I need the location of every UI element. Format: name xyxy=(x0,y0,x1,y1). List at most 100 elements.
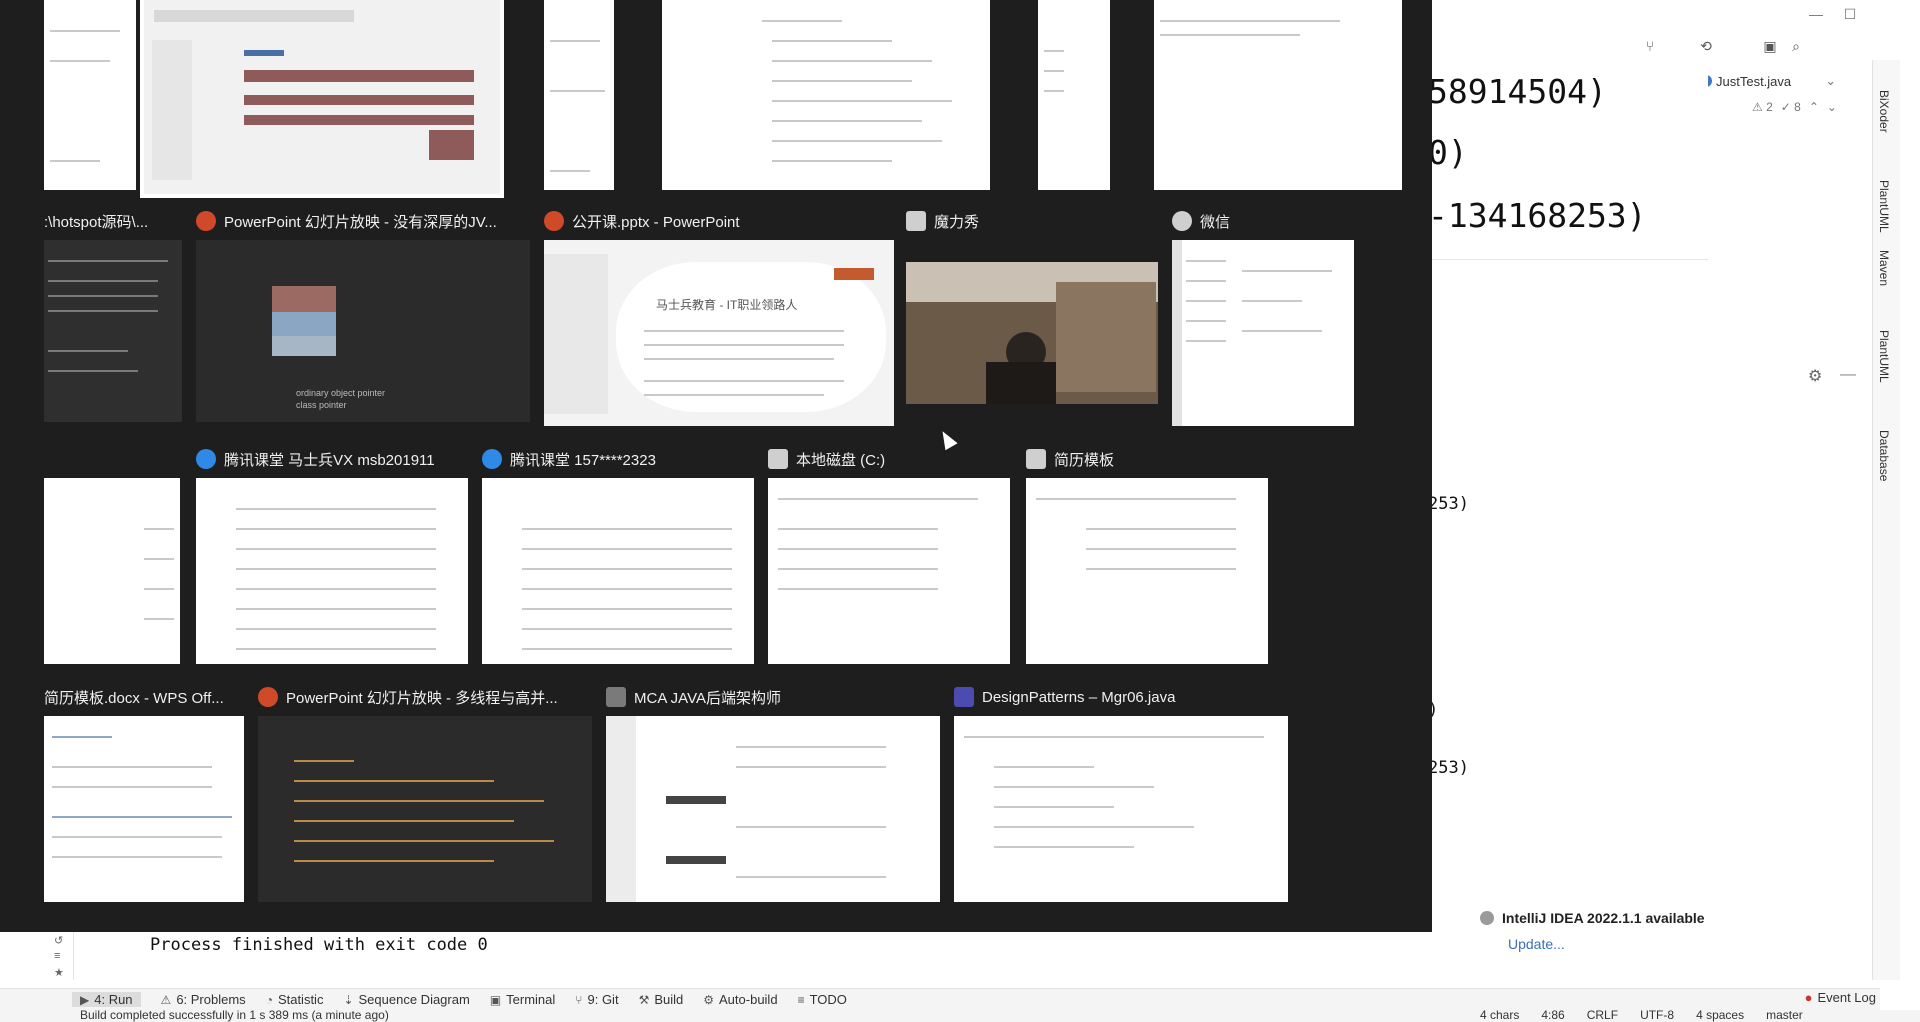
history-icon[interactable]: ⟲ xyxy=(1696,38,1716,56)
webcam-preview xyxy=(906,262,1158,404)
tab-label: 4: Run xyxy=(94,992,133,1007)
tab-auto-build[interactable]: ⚙ Auto-build xyxy=(703,992,777,1007)
folder-icon xyxy=(768,449,788,469)
window-title: 简历模板.docx - WPS Off... xyxy=(44,689,224,707)
update-link[interactable]: Update... xyxy=(1508,936,1860,952)
app-window-icon xyxy=(906,211,926,231)
chevron-down-icon[interactable]: ⌄ xyxy=(1827,100,1837,114)
tool-tab-database[interactable]: Database xyxy=(1877,430,1891,481)
inspection-widget[interactable]: ⚠ 2 ✓ 8 ⌃ ⌄ xyxy=(1752,100,1837,114)
slide-code-line: class pointer xyxy=(296,400,347,410)
gear-icon[interactable]: ⚙ xyxy=(1808,366,1822,386)
indent-setting[interactable]: 4 spaces xyxy=(1696,1010,1744,1022)
window-preview xyxy=(258,716,592,902)
tab-sequence-diagram[interactable]: ⇣ Sequence Diagram xyxy=(343,992,469,1007)
window-icon[interactable]: ▣ xyxy=(1760,38,1780,56)
line-separator[interactable]: CRLF xyxy=(1587,1010,1618,1022)
tool-tab-ant[interactable]: PlantUML xyxy=(1877,180,1891,233)
tab-label: Build xyxy=(654,992,684,1007)
console-gutter: ↺ ≡ ★ xyxy=(44,930,74,980)
tab-label: Terminal xyxy=(506,992,556,1007)
window-title-bar: 简历模板.docx - WPS Off... xyxy=(44,686,224,708)
window-preview xyxy=(44,240,182,422)
window-title-bar: PowerPoint 幻灯片放映 - 没有深厚的JV... xyxy=(196,210,497,232)
rerun-icon[interactable]: ↺ xyxy=(54,934,63,947)
tool-tab-bixoder[interactable]: BiXoder xyxy=(1877,90,1891,133)
event-log-button[interactable]: ● Event Log xyxy=(1805,990,1876,1005)
minimize-icon[interactable]: — xyxy=(1804,6,1828,22)
output-line: 58914504) xyxy=(1428,72,1607,111)
window-preview: ordinary object pointer class pointer xyxy=(196,240,530,422)
tab-run[interactable]: ▶ 4: Run xyxy=(72,992,141,1007)
mindmap-icon xyxy=(606,687,626,707)
caret-position[interactable]: 4:86 xyxy=(1541,1010,1564,1022)
window-preview: 马士兵教育 - IT职业领路人 xyxy=(544,240,894,426)
tab-problems[interactable]: ⚠ 6: Problems xyxy=(161,992,246,1007)
problems-icon: ⚠ xyxy=(160,992,172,1007)
window-title: 简历模板 xyxy=(1054,451,1115,469)
window-title-bar: 腾讯课堂 马士兵VX msb201911 xyxy=(196,448,435,470)
window-preview xyxy=(606,716,940,902)
auto-build-icon: ⚙ xyxy=(703,992,715,1007)
window-title: PowerPoint 幻灯片放映 - 没有深厚的JV... xyxy=(224,213,497,231)
file-encoding[interactable]: UTF-8 xyxy=(1640,1010,1674,1022)
window-title: 魔力秀 xyxy=(934,213,980,231)
window-preview xyxy=(1026,478,1268,664)
notification-title: IntelliJ IDEA 2022.1.1 available xyxy=(1502,910,1705,926)
window-title-bar: PowerPoint 幻灯片放映 - 多线程与高并... xyxy=(258,686,558,708)
tool-tab-plantuml[interactable]: PlantUML xyxy=(1877,330,1891,383)
window-preview xyxy=(662,0,990,190)
tab-build[interactable]: ⚒ Build xyxy=(639,992,684,1007)
task-switcher: :\hotspot源码\... PowerPoint 幻灯片放映 - 没有深厚的… xyxy=(0,0,1432,932)
event-log-icon: ● xyxy=(1804,990,1813,1005)
tool-tab-maven[interactable]: Maven xyxy=(1877,250,1891,286)
window-title: 公开课.pptx - PowerPoint xyxy=(572,213,740,231)
git-icon[interactable]: ⑂ xyxy=(1640,38,1660,56)
output-line: 0) xyxy=(1428,133,1468,172)
git-branch[interactable]: master xyxy=(1766,1010,1803,1022)
window-title-bar: 腾讯课堂 157****2323 xyxy=(482,448,656,470)
run-output-line: 253) xyxy=(1428,758,1469,778)
layout-icon[interactable]: ≡ xyxy=(54,950,60,962)
git-icon: ⑂ xyxy=(575,992,583,1007)
build-icon: ⚒ xyxy=(638,992,650,1007)
window-preview xyxy=(544,0,614,190)
tab-label: 9: Git xyxy=(587,992,619,1007)
warning-count: ⚠ 2 xyxy=(1752,100,1773,114)
tab-todo[interactable]: ≡ TODO xyxy=(798,992,847,1007)
terminal-icon: ▣ xyxy=(489,992,502,1007)
window-title: PowerPoint 幻灯片放映 - 多线程与高并... xyxy=(286,689,558,707)
window-title: 腾讯课堂 马士兵VX msb201911 xyxy=(224,451,435,469)
search-icon[interactable]: ⌕ xyxy=(1786,38,1806,56)
window-title-bar: MCA JAVA后端架构师 xyxy=(606,686,781,708)
window-preview xyxy=(482,478,754,664)
window-title-bar: DesignPatterns – Mgr06.java xyxy=(954,686,1175,708)
hide-icon[interactable]: — xyxy=(1840,366,1856,384)
editor-tab[interactable]: JustTest.java ⌄ xyxy=(1700,70,1836,92)
tab-label: Statistic xyxy=(277,992,324,1007)
ide-title-bar: — ☐ xyxy=(1428,0,1876,30)
powerpoint-icon xyxy=(196,211,216,231)
chevron-up-icon[interactable]: ⌃ xyxy=(1809,100,1819,114)
powerpoint-icon xyxy=(544,211,564,231)
run-output-line: 253) xyxy=(1428,494,1469,514)
tab-label: 6: Problems xyxy=(176,992,246,1007)
info-icon xyxy=(1480,911,1494,925)
pin-icon[interactable]: ★ xyxy=(54,966,64,979)
window-preview xyxy=(1154,0,1402,190)
tab-statistic[interactable]: ◔ Statistic xyxy=(266,992,324,1007)
window-preview xyxy=(44,716,244,902)
tab-git[interactable]: ⑂ 9: Git xyxy=(575,992,618,1007)
window-title-bar: 微信 xyxy=(1172,210,1230,232)
window-title: DesignPatterns – Mgr06.java xyxy=(982,688,1176,706)
window-title: 本地磁盘 (C:) xyxy=(796,451,886,469)
selection-chars[interactable]: 4 chars xyxy=(1480,1010,1519,1022)
chevron-down-icon[interactable]: ⌄ xyxy=(1825,73,1836,89)
intellij-icon xyxy=(954,687,974,707)
status-bar: Build completed successfully in 1 s 389 … xyxy=(0,1010,1920,1022)
maximize-icon[interactable]: ☐ xyxy=(1838,6,1862,23)
window-title-bar: 本地磁盘 (C:) xyxy=(768,448,885,470)
window-preview xyxy=(1038,0,1110,190)
tab-terminal[interactable]: ▣ Terminal xyxy=(490,992,555,1007)
window-title: 腾讯课堂 157****2323 xyxy=(510,451,656,469)
